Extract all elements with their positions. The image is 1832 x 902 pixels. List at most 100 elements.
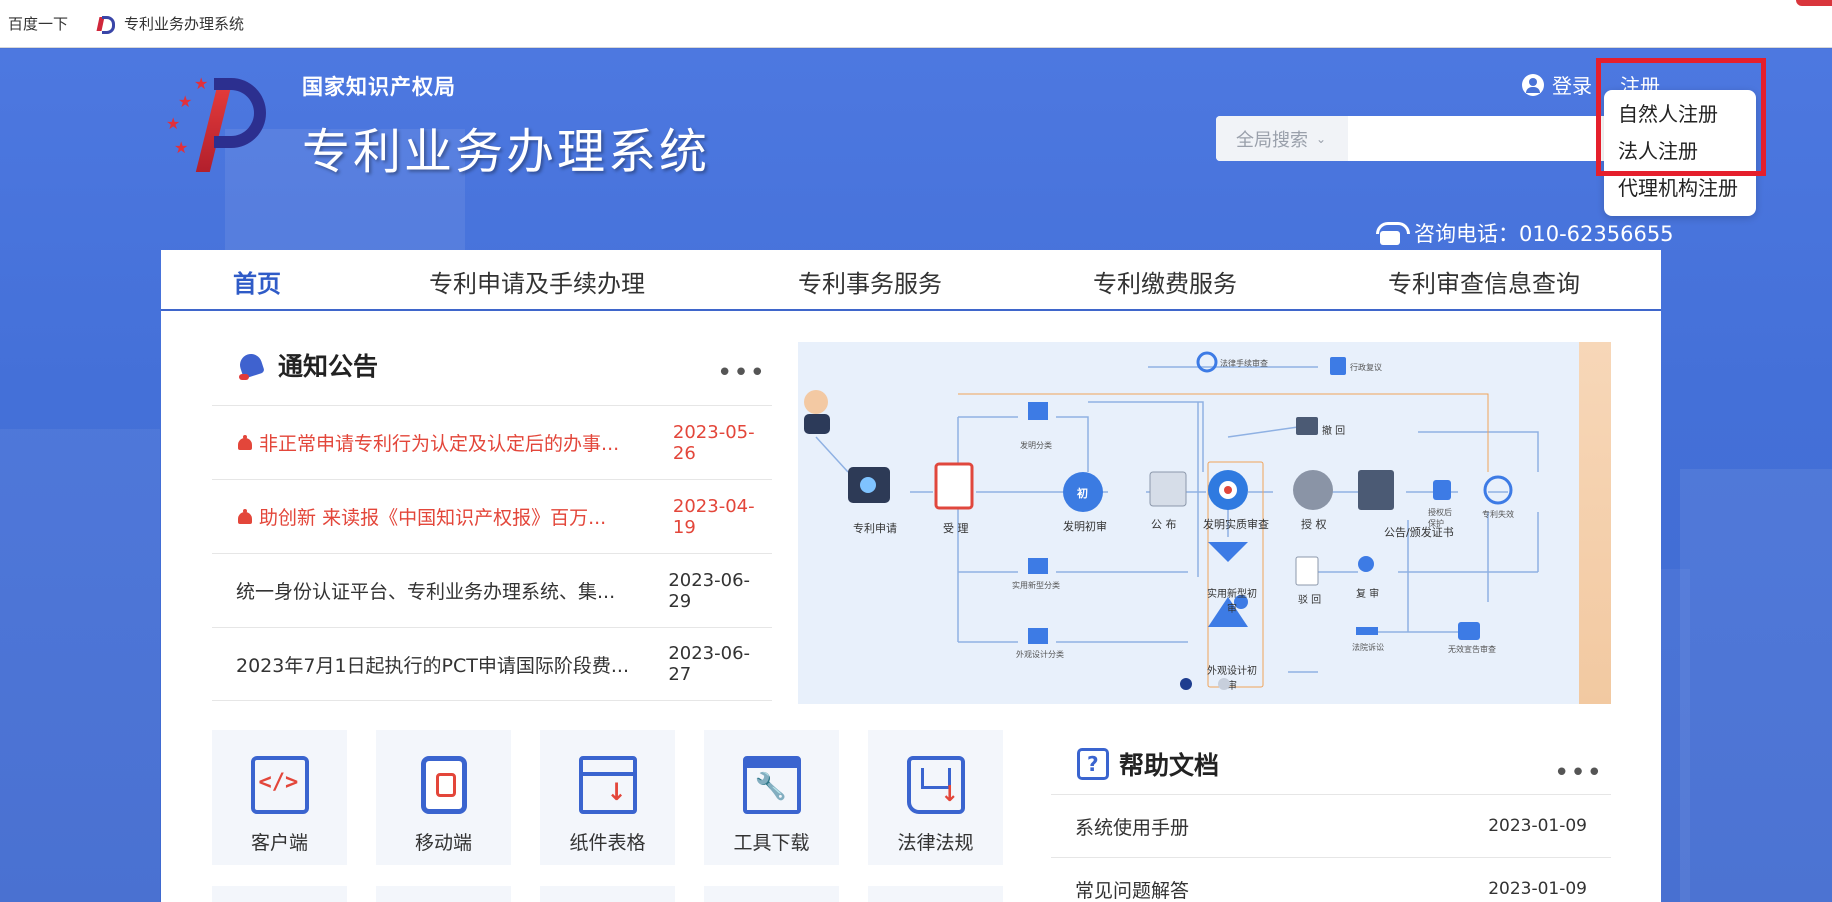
help-item-date: 2023-01-09 (1488, 879, 1587, 899)
quick-link-label: 客户端 (250, 832, 308, 854)
bookmark-label: 专利业务办理系统 (124, 15, 245, 33)
star-icon: ★ (194, 74, 209, 93)
nav-fees[interactable]: 专利缴费服务 (1093, 264, 1237, 299)
node-withdraw-label: 撤 回 (1322, 426, 1346, 437)
hotline-text: 咨询电话：010-62356655 (1414, 222, 1674, 246)
quick-link-law[interactable]: 法律法规 (868, 730, 1003, 865)
notices-more-button[interactable]: ••• (717, 360, 766, 386)
legal-person-register-item[interactable]: 法人注册 (1604, 133, 1756, 170)
node-reject-label: 驳 回 (1298, 595, 1322, 606)
main-panel: 首页 专利申请及手续办理 专利事务服务 专利缴费服务 专利审查信息查询 通知公告… (161, 250, 1661, 902)
quick-link-forms[interactable]: 纸件表格 (540, 730, 675, 865)
node-utility-prelim-label: 实用新型初审 (1207, 589, 1257, 615)
chevron-down-icon: ⌄ (1316, 131, 1327, 146)
browser-edge (1796, 0, 1832, 6)
search-input[interactable] (1348, 118, 1622, 159)
main-nav: 首页 专利申请及手续办理 专利事务服务 专利缴费服务 专利审查信息查询 (161, 250, 1661, 311)
notice-item[interactable]: 2023年7月1日起执行的PCT申请国际阶段费... 2023-06-27 (212, 627, 772, 701)
login-link[interactable]: 登录 (1522, 70, 1592, 99)
quick-link-tile[interactable] (376, 886, 511, 902)
bookmark-baidu[interactable]: 百度一下 (8, 13, 68, 34)
quick-link-label: 工具下载 (733, 832, 810, 854)
notice-item[interactable]: 助创新 来读报《中国知识产权报》百万... 2023-04-19 (212, 479, 772, 553)
help-item[interactable]: 常见问题解答 2023-01-09 (1051, 857, 1611, 902)
node-invention-class-label: 发明分类 (1020, 441, 1052, 450)
cnipa-favicon-icon (96, 15, 116, 34)
notice-item[interactable]: 非正常申请专利行为认定及认定后的办事... 2023-05-26 (212, 405, 772, 479)
quick-link-client[interactable]: 客户端 (212, 730, 347, 865)
law-icon (906, 756, 965, 814)
nav-application[interactable]: 专利申请及手续办理 (429, 264, 645, 299)
notice-date: 2023-05-26 (672, 421, 755, 464)
node-legal-proc-label: 法律手续审查 (1220, 359, 1268, 368)
bell-icon (236, 348, 270, 382)
form-icon (578, 756, 637, 814)
quick-links: 客户端 移动端 纸件表格 工具下载 法律法规 (212, 730, 1032, 865)
client-icon (250, 756, 309, 814)
help-item-title: 系统使用手册 (1075, 816, 1190, 839)
quick-link-tile[interactable] (704, 886, 839, 902)
node-prelim-badge: 初 (1077, 487, 1088, 500)
quick-link-tools[interactable]: 工具下载 (704, 730, 839, 865)
hot-alarm-icon (236, 434, 253, 451)
node-substantive-label: 发明实质审查 (1203, 518, 1269, 531)
org-name: 国家知识产权局 (302, 74, 456, 99)
notice-title: 助创新 来读报《中国知识产权报》百万... (259, 507, 607, 529)
notice-title: 统一身份认证平台、专利业务办理系统、集... (236, 581, 616, 603)
nav-affairs[interactable]: 专利事务服务 (798, 264, 942, 299)
bookmark-patent-system[interactable]: 专利业务办理系统 (96, 13, 244, 34)
phone-icon (1374, 220, 1410, 246)
star-icon: ★ (178, 92, 193, 111)
quick-link-mobile[interactable]: 移动端 (376, 730, 511, 865)
notice-date: 2023-06-27 (668, 643, 751, 685)
help-list: 系统使用手册 2023-01-09 常见问题解答 2023-01-09 (1051, 794, 1611, 902)
quick-link-tile[interactable] (868, 886, 1003, 902)
node-court-label: 法院诉讼 (1352, 643, 1384, 652)
quick-link-tile[interactable] (212, 886, 347, 902)
star-icon: ★ (174, 138, 189, 157)
mobile-icon (420, 756, 467, 814)
search-scope-label: 全局搜索 (1236, 129, 1308, 151)
node-apply-label: 专利申请 (853, 522, 897, 535)
node-reexam-label: 复 审 (1356, 589, 1380, 600)
notice-date: 2023-06-29 (668, 569, 751, 612)
tool-icon (742, 756, 801, 814)
next-slide-peek (1579, 342, 1611, 704)
node-grant-label: 授 权 (1301, 518, 1327, 531)
register-dropdown: 自然人注册 法人注册 代理机构注册 (1604, 90, 1756, 216)
node-utility-class-label: 实用新型分类 (1012, 581, 1060, 590)
natural-person-register-item[interactable]: 自然人注册 (1604, 96, 1756, 133)
bookmarks-bar: 百度一下 专利业务办理系统 (0, 0, 1832, 48)
node-admin-review-label: 行政复议 (1350, 363, 1382, 372)
notice-title: 2023年7月1日起执行的PCT申请国际阶段费... (236, 654, 629, 677)
notice-item[interactable]: 统一身份认证平台、专利业务办理系统、集... 2023-06-29 (212, 553, 772, 627)
help-title: 帮助文档 (1119, 751, 1220, 780)
carousel-dot-active[interactable] (1180, 678, 1192, 690)
agency-register-item[interactable]: 代理机构注册 (1604, 170, 1756, 207)
help-header: 帮助文档 (1077, 746, 1219, 782)
node-invalid-label: 无效宣告审查 (1448, 645, 1496, 654)
notices-title: 通知公告 (278, 352, 379, 381)
help-doc-icon (1077, 748, 1109, 780)
notices-header: 通知公告 (236, 347, 378, 383)
quick-link-label: 纸件表格 (569, 832, 646, 854)
global-search: 全局搜索 ⌄ (1216, 116, 1622, 161)
carousel-dot[interactable] (1218, 678, 1230, 690)
system-name: 专利业务办理系统 (302, 124, 711, 180)
nav-home[interactable]: 首页 (233, 264, 281, 299)
help-more-button[interactable]: ••• (1554, 760, 1603, 786)
search-scope-select[interactable]: 全局搜索 ⌄ (1216, 116, 1348, 161)
node-expire-label: 专利失效 (1482, 510, 1514, 519)
logo-mark (214, 78, 266, 148)
cnipa-logo[interactable]: ★ ★ ★ ★ (162, 70, 280, 172)
node-design-prelim-label: 外观设计初审 (1207, 666, 1257, 692)
quick-link-tile[interactable] (540, 886, 675, 902)
help-item[interactable]: 系统使用手册 2023-01-09 (1051, 794, 1611, 857)
patent-process-banner[interactable]: 专利申请 受 理 初 发明初审 公 布 发明实质审查 授 权 公告/颁发证书 授… (798, 342, 1611, 704)
hot-alarm-icon (236, 508, 253, 525)
notice-date: 2023-04-19 (672, 495, 755, 538)
node-prelim-label: 发明初审 (1063, 520, 1107, 533)
nav-examination-query[interactable]: 专利审查信息查询 (1388, 264, 1580, 299)
help-item-date: 2023-01-09 (1488, 816, 1587, 836)
node-design-class-label: 外观设计分类 (1016, 650, 1064, 659)
